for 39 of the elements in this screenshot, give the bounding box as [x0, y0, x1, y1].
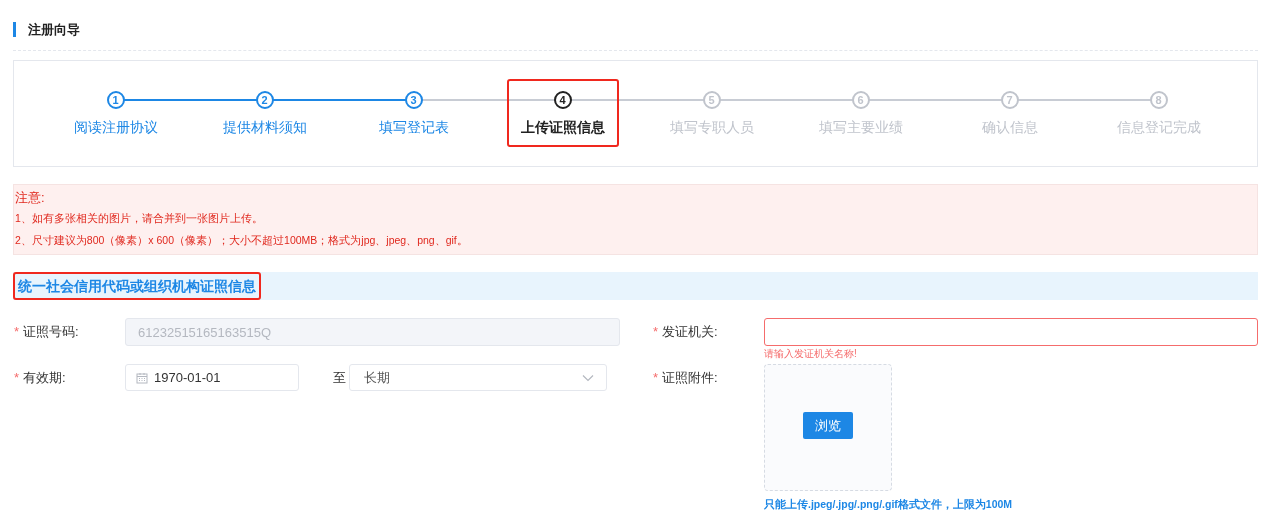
step-label: 信息登记完成: [1116, 118, 1201, 137]
page-title: 注册向导: [13, 22, 80, 37]
step-label: 填写主要业绩: [818, 118, 903, 137]
browse-button[interactable]: 浏览: [803, 412, 853, 439]
step-number: 3: [404, 91, 423, 109]
step-number: 2: [255, 91, 274, 109]
required-mark: *: [14, 324, 20, 339]
step-number: 6: [851, 91, 870, 109]
section-title: 统一社会信用代码或组织机构证照信息: [13, 272, 261, 300]
date-field[interactable]: 1970-01-01: [125, 364, 299, 391]
step-label: 上传证照信息: [520, 118, 605, 137]
step-label: 填写登记表: [378, 118, 449, 137]
notice-title: 注意:: [15, 189, 46, 207]
required-mark: *: [653, 324, 659, 339]
field-label: 有效期:: [23, 370, 66, 385]
required-mark: *: [14, 370, 20, 385]
step-number: 7: [1000, 91, 1019, 109]
step-number: 5: [702, 91, 721, 109]
calendar-icon: [136, 371, 148, 384]
text-field[interactable]: [764, 318, 1258, 346]
select-field[interactable]: 长期: [349, 364, 607, 391]
step-number: 1: [106, 91, 125, 109]
step-label: 确认信息: [981, 118, 1038, 137]
step-label: 阅读注册协议: [73, 118, 158, 137]
required-mark: *: [653, 370, 659, 385]
upload-hint: 只能上传.jpeg/.jpg/.png/.gif格式文件，上限为100M: [764, 498, 1014, 512]
upload-area[interactable]: 浏览: [764, 364, 892, 491]
step-label: 填写专职人员: [669, 118, 754, 137]
step-label: 提供材料须知: [222, 118, 307, 137]
field-label: 发证机关:: [662, 324, 718, 339]
range-separator: 至: [333, 368, 346, 387]
notice-text: 2、尺寸建议为800（像素）x 600（像素）；大小不超过100MB；格式为jpg、jpeg、png、gif。: [15, 233, 469, 248]
notice-text: 1、如有多张相关的图片，请合并到一张图片上传。: [15, 211, 264, 226]
step-number: 8: [1149, 91, 1168, 109]
chevron-down-icon: [582, 373, 594, 382]
step-number: 4: [553, 91, 572, 109]
field-label: 证照号码:: [23, 324, 79, 339]
error-message: 请输入发证机关名称!: [764, 347, 858, 361]
field-label: 证照附件:: [662, 370, 718, 385]
